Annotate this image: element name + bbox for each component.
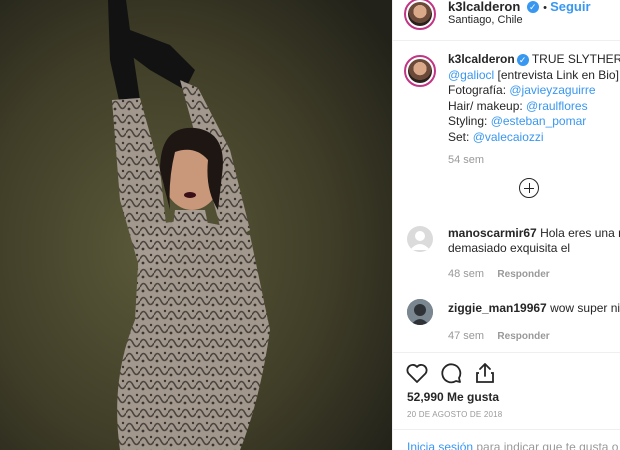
post-caption: k3lcalderon✓ TRUE SLYTHERIN 🐍 @galiocl [… [448,52,620,169]
comment-username[interactable]: manoscarmir67 [448,226,537,240]
follow-button[interactable]: Seguir [550,0,590,14]
post-location[interactable]: Santiago, Chile [448,14,523,26]
post-header: k3lcalderon ✓ • Seguir Santiago, Chile [393,0,620,41]
mention-link[interactable]: @javieyzaguirre [509,83,595,97]
comment-time[interactable]: 48 sem [448,268,484,280]
comment: ziggie_man19967 wow super nice 47 sem Re… [448,301,620,344]
caption-line: Fotografía: [448,83,510,97]
caption-text: TRUE SLYTHERIN 🐍 [531,52,620,66]
comment-text: wow super nice [550,301,620,315]
heart-icon[interactable] [405,361,429,385]
comment-avatar[interactable] [407,299,433,325]
login-text: para indicar que te gusta o [473,440,619,450]
reply-button[interactable]: Responder [497,331,549,342]
comment-text-line2: demasiado exquisita el [448,241,571,255]
post-photo[interactable] [0,0,392,450]
caption-avatar[interactable] [404,55,436,87]
verified-badge-icon: ✓ [526,0,539,13]
comment-icon[interactable] [439,361,463,385]
mention-link[interactable]: @valecaiozzi [473,130,544,144]
comment-text: Hola eres una mir [540,226,620,240]
plus-circle-icon[interactable] [519,178,539,198]
comment-avatar[interactable] [407,226,433,252]
mention-link[interactable]: @raulflores [526,99,588,113]
post-sidebar: k3lcalderon ✓ • Seguir Santiago, Chile k… [392,0,620,450]
likes-count[interactable]: 52,990 Me gusta [407,390,499,404]
login-link[interactable]: Inicia sesión [407,440,473,450]
avatar[interactable] [404,0,436,30]
post-username[interactable]: k3lcalderon [448,0,520,14]
share-icon[interactable] [473,361,497,385]
verified-badge-icon: ✓ [516,53,529,66]
comment-time[interactable]: 47 sem [448,330,484,342]
mention-link[interactable]: @esteban_pomar [491,114,587,128]
reply-button[interactable]: Responder [497,269,549,280]
mention-link[interactable]: @galiocl [448,68,494,82]
comment: manoscarmir67 Hola eres una mir demasiad… [448,226,620,282]
post-actions: 52,990 Me gusta 20 DE AGOSTO DE 2018 Ini… [393,352,620,450]
caption-time[interactable]: 54 sem [448,153,620,169]
post-date[interactable]: 20 DE AGOSTO DE 2018 [407,410,502,419]
caption-line: Set: [448,129,473,144]
login-prompt: Inicia sesión para indicar que te gusta … [393,429,620,450]
caption-username[interactable]: k3lcalderon [448,52,515,66]
caption-line: Hair/ makeup: [448,98,527,113]
post-photo-illustration [0,0,392,450]
comment-username[interactable]: ziggie_man19967 [448,301,547,315]
caption-line: Styling: [448,114,491,128]
caption-line: [entrevista Link en Bio] [494,67,619,82]
